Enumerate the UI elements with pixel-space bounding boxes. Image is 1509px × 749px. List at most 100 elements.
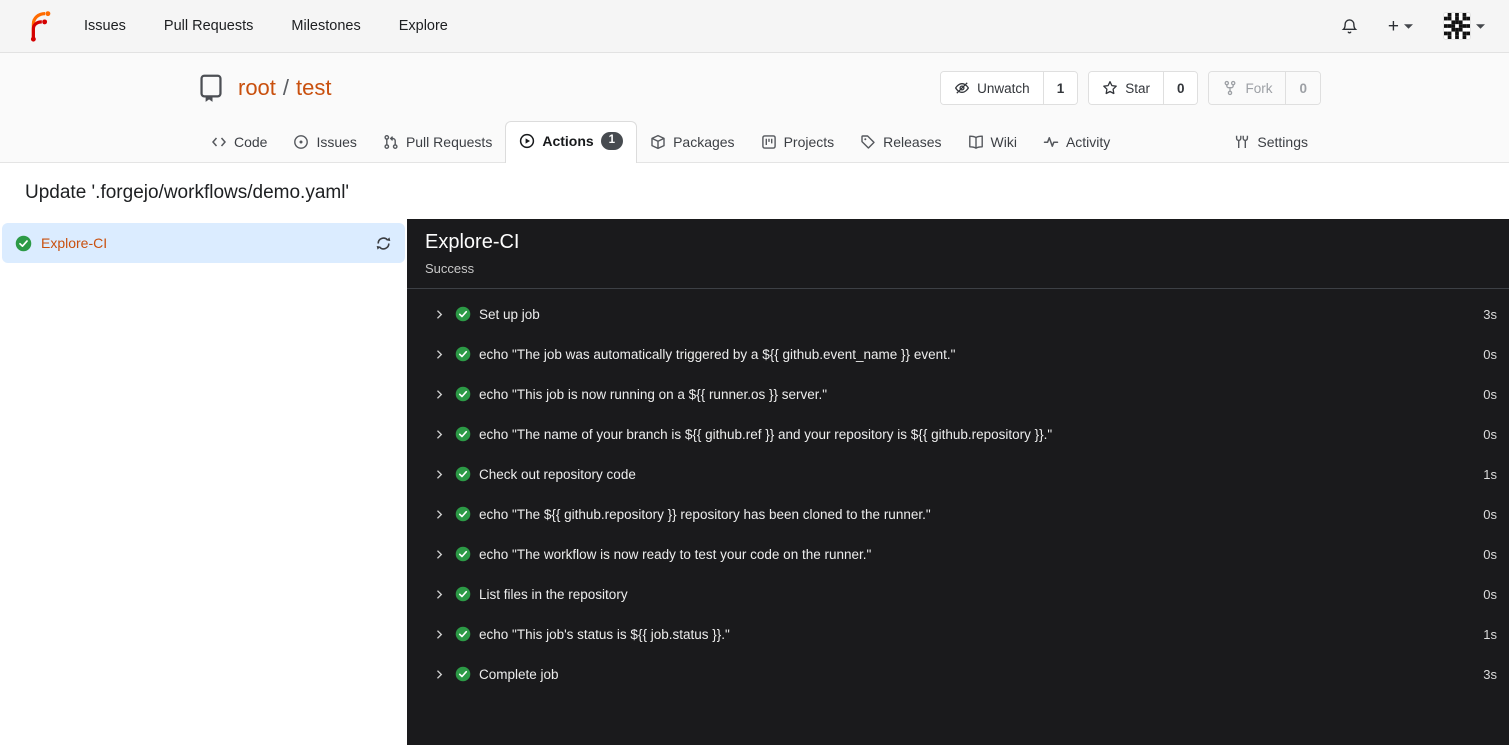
repo-book-icon (198, 74, 224, 103)
step-duration: 0s (1483, 346, 1497, 362)
job-status-text: Success (425, 261, 475, 276)
step-row[interactable]: echo "This job is now running on a ${{ r… (407, 374, 1509, 414)
repo-separator: / (282, 75, 290, 100)
step-duration: 0s (1483, 586, 1497, 602)
chevron-right-icon (436, 589, 443, 599)
refresh-icon[interactable] (375, 235, 392, 252)
step-label: Check out repository code (479, 466, 636, 482)
tab-packages[interactable]: Packages (637, 124, 747, 162)
chevron-right-icon (436, 429, 443, 439)
watch-button-group: Unwatch 1 (940, 71, 1079, 105)
step-label: List files in the repository (479, 586, 628, 602)
job-label: Explore-CI (41, 235, 108, 251)
tab-activity[interactable]: Activity (1030, 124, 1123, 162)
project-icon (761, 135, 776, 149)
step-label: echo "This job's status is ${{ job.statu… (479, 626, 730, 642)
step-duration: 3s (1483, 666, 1497, 682)
step-duration: 1s (1483, 626, 1497, 642)
book-icon (968, 135, 983, 149)
tab-projects[interactable]: Projects (748, 124, 848, 162)
watchers-count[interactable]: 1 (1042, 72, 1078, 104)
nav-pull-requests[interactable]: Pull Requests (164, 18, 253, 34)
step-row[interactable]: List files in the repository 0s (407, 574, 1509, 614)
repo-actions: Unwatch 1 Star 0 Fork 0 (940, 71, 1321, 105)
actions-count-badge: 1 (600, 132, 624, 150)
user-menu[interactable] (1443, 12, 1485, 40)
tab-pull-requests[interactable]: Pull Requests (370, 124, 505, 162)
plus-icon: + (1387, 15, 1399, 37)
job-panel-title: Explore-CI (425, 231, 520, 253)
step-label: echo "The name of your branch is ${{ git… (479, 426, 1053, 442)
repo-owner-link[interactable]: root (238, 75, 276, 101)
star-button[interactable]: Star (1089, 72, 1163, 104)
check-circle-icon (15, 235, 32, 251)
eye-off-icon (955, 82, 970, 94)
step-label: Complete job (479, 666, 559, 682)
navbar-right: + (1341, 12, 1485, 40)
step-label: Set up job (479, 306, 540, 322)
tab-settings[interactable]: Settings (1221, 124, 1321, 162)
run-area: Explore-CI Explore-CI Success Set up job (0, 219, 1509, 745)
step-label: echo "This job is now running on a ${{ r… (479, 386, 828, 402)
tab-actions[interactable]: Actions 1 (505, 121, 638, 163)
step-row[interactable]: echo "The workflow is now ready to test … (407, 534, 1509, 574)
identicon-avatar (1443, 12, 1471, 40)
job-item-explore-ci[interactable]: Explore-CI (2, 223, 405, 263)
step-row[interactable]: Set up job 3s (407, 294, 1509, 334)
create-new-button[interactable]: + (1388, 17, 1413, 36)
unwatch-button[interactable]: Unwatch (941, 72, 1043, 104)
chevron-right-icon (436, 629, 443, 639)
step-row[interactable]: echo "This job's status is ${{ job.statu… (407, 614, 1509, 654)
job-log-panel: Explore-CI Success Set up job 3s echo "T… (407, 219, 1509, 745)
step-duration: 3s (1483, 306, 1497, 322)
step-row[interactable]: Check out repository code 1s (407, 454, 1509, 494)
check-circle-icon (455, 546, 471, 562)
repo-breadcrumb: root / test (238, 75, 332, 101)
nav-milestones[interactable]: Milestones (291, 18, 360, 34)
step-row[interactable]: Complete job 3s (407, 654, 1509, 694)
pulse-icon (1043, 137, 1059, 147)
steps-list: Set up job 3s echo "The job was automati… (407, 289, 1509, 694)
check-circle-icon (455, 666, 471, 682)
code-icon (212, 137, 226, 147)
tools-icon (1236, 135, 1249, 148)
check-circle-icon (455, 506, 471, 522)
forgejo-logo[interactable] (24, 10, 54, 42)
check-circle-icon (455, 386, 471, 402)
step-row[interactable]: echo "The ${{ github.repository }} repos… (407, 494, 1509, 534)
bell-icon[interactable] (1341, 18, 1358, 35)
fork-button-group: Fork 0 (1208, 71, 1321, 105)
stars-count[interactable]: 0 (1162, 72, 1198, 104)
top-navbar: Issues Pull Requests Milestones Explore … (0, 0, 1509, 53)
tab-issues[interactable]: Issues (280, 124, 369, 162)
repo-name-link[interactable]: test (296, 75, 331, 101)
tab-code[interactable]: Code (198, 124, 280, 162)
issue-icon (294, 135, 309, 149)
play-circle-icon (520, 133, 535, 149)
nav-issues[interactable]: Issues (84, 18, 126, 34)
check-circle-icon (455, 426, 471, 442)
step-duration: 1s (1483, 466, 1497, 482)
step-duration: 0s (1483, 506, 1497, 522)
chevron-right-icon (436, 309, 443, 319)
chevron-right-icon (436, 389, 443, 399)
chevron-right-icon (436, 349, 443, 359)
workflow-run-title: Update '.forgejo/workflows/demo.yaml' (25, 182, 350, 203)
check-circle-icon (455, 626, 471, 642)
tab-releases[interactable]: Releases (847, 124, 954, 162)
tag-icon (861, 135, 875, 149)
check-circle-icon (455, 586, 471, 602)
tab-wiki[interactable]: Wiki (955, 124, 1030, 162)
step-duration: 0s (1483, 426, 1497, 442)
step-label: echo "The ${{ github.repository }} repos… (479, 506, 931, 522)
chevron-right-icon (436, 469, 443, 479)
package-icon (651, 134, 665, 150)
chevron-down-icon (1404, 23, 1413, 29)
chevron-down-icon (1476, 23, 1485, 29)
step-row[interactable]: echo "The job was automatically triggere… (407, 334, 1509, 374)
step-row[interactable]: echo "The name of your branch is ${{ git… (407, 414, 1509, 454)
step-label: echo "The workflow is now ready to test … (479, 546, 872, 562)
step-label: echo "The job was automatically triggere… (479, 346, 956, 362)
nav-explore[interactable]: Explore (399, 18, 448, 34)
chevron-right-icon (436, 509, 443, 519)
